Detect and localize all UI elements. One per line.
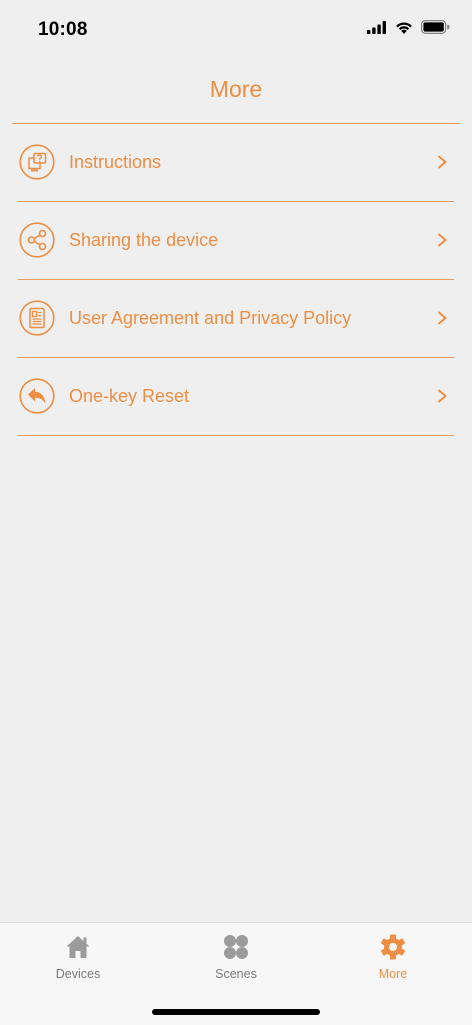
page-title: More (209, 76, 263, 102)
chevron-right-icon (438, 155, 447, 169)
menu-item-label: Sharing the device (69, 230, 219, 250)
instructions-icon (19, 144, 55, 180)
chevron-right-icon (438, 389, 447, 403)
document-icon (19, 300, 55, 336)
cellular-signal-icon (367, 20, 386, 34)
status-icons (367, 20, 450, 34)
tab-more[interactable]: More (333, 923, 453, 993)
scenes-icon (224, 935, 248, 959)
battery-icon (421, 20, 450, 34)
tab-label: Devices (55, 967, 101, 981)
menu-item-label: User Agreement and Privacy Policy (69, 308, 352, 328)
status-bar: 10:08 (0, 0, 472, 60)
chevron-right-icon (438, 233, 447, 247)
home-indicator (152, 1009, 320, 1015)
more-menu-list: Instructions Sharing the device User Agr… (18, 124, 454, 436)
wifi-icon (396, 22, 412, 34)
gear-icon (381, 934, 405, 960)
menu-item-one-key-reset[interactable]: One-key Reset (18, 358, 454, 436)
menu-item-instructions[interactable]: Instructions (18, 124, 454, 202)
menu-item-label: One-key Reset (69, 386, 190, 406)
tab-label: Scenes (215, 967, 257, 981)
chevron-right-icon (438, 311, 447, 325)
tab-label: More (378, 967, 408, 981)
tab-scenes[interactable]: Scenes (176, 923, 296, 993)
status-time: 10:08 (38, 19, 88, 40)
menu-item-label: Instructions (69, 152, 162, 172)
menu-item-user-agreement[interactable]: User Agreement and Privacy Policy (18, 280, 454, 358)
home-icon (66, 936, 90, 958)
tab-devices[interactable]: Devices (18, 923, 138, 993)
reset-icon (19, 378, 55, 414)
menu-item-sharing-the-device[interactable]: Sharing the device (18, 202, 454, 280)
share-icon (19, 222, 55, 258)
